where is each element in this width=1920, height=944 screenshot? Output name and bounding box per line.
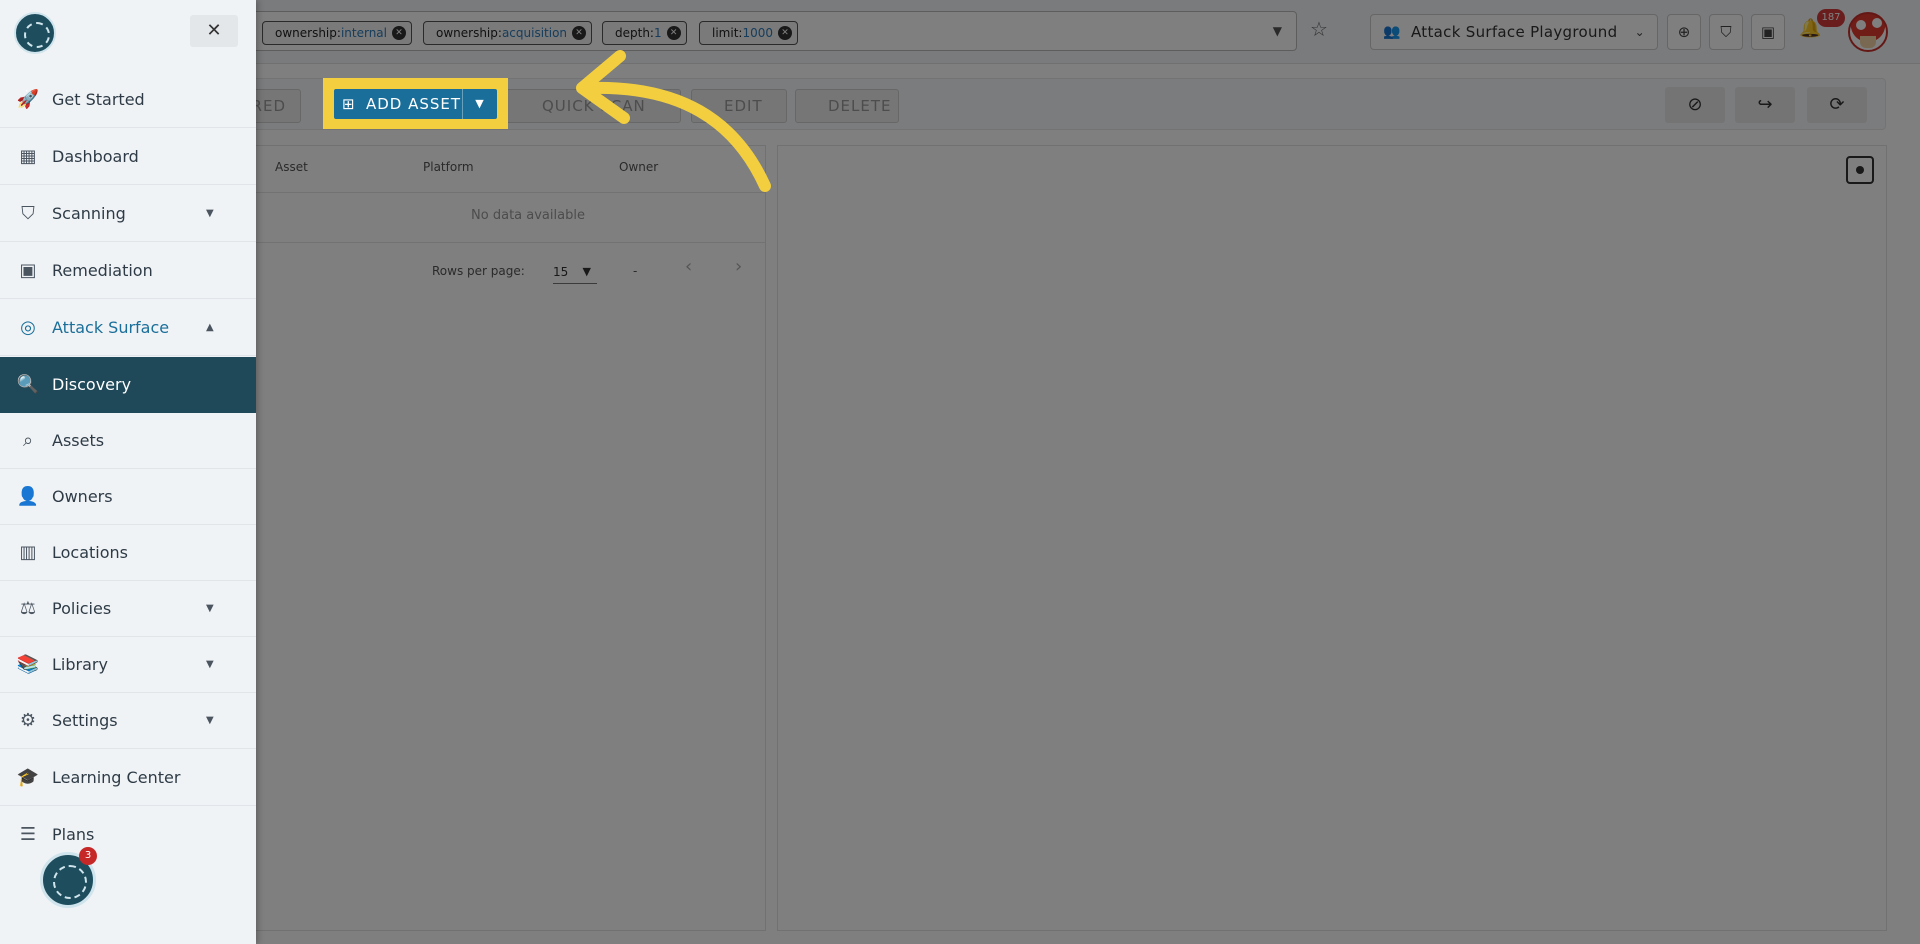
sidebar-item-label: Policies: [52, 599, 112, 618]
sidebar-item-label: Dashboard: [52, 147, 139, 166]
sidebar-item-label: Library: [52, 655, 108, 674]
building-icon: ▥: [19, 542, 37, 563]
sidebar-item-policies[interactable]: ⚖ Policies ▼: [0, 581, 256, 637]
add-asset-icon: ⊞: [342, 95, 355, 113]
dim-overlay: [0, 0, 1920, 944]
sidebar-item-locations[interactable]: ▥ Locations: [0, 525, 256, 581]
sidebar-item-learning-center[interactable]: 🎓 Learning Center: [0, 750, 256, 806]
add-asset-label: ADD ASSET: [366, 95, 462, 113]
sidebar-item-scanning[interactable]: ⛉ Scanning ▼: [0, 186, 256, 242]
shield-icon: ⛉: [21, 203, 35, 224]
dashboard-icon: ▦: [19, 146, 37, 167]
app-logo[interactable]: [14, 12, 56, 54]
sidebar-item-plans[interactable]: ☰ Plans: [0, 807, 256, 863]
list-icon: ☰: [19, 824, 37, 845]
user-gear-icon: 👤: [16, 486, 40, 507]
sidebar-drawer: ✕ 🚀 Get Started ▦ Dashboard ⛉ Scanning ▼…: [0, 0, 256, 944]
sidebar-item-label: Learning Center: [52, 768, 181, 787]
sidebar-item-attack-surface[interactable]: ◎ Attack Surface ▲: [0, 300, 256, 356]
sidebar-item-label: Discovery: [52, 375, 132, 394]
books-icon: 📚: [16, 654, 40, 675]
sidebar-item-settings[interactable]: ⚙ Settings ▼: [0, 693, 256, 749]
sidebar-item-get-started[interactable]: 🚀 Get Started: [0, 72, 256, 128]
search-globe-icon: 🔍: [16, 374, 40, 395]
sidebar-item-label: Locations: [52, 543, 129, 562]
sidebar-item-dashboard[interactable]: ▦ Dashboard: [0, 129, 256, 185]
sidebar-item-owners[interactable]: 👤 Owners: [0, 469, 256, 525]
sidebar-item-label: Remediation: [52, 261, 153, 280]
add-asset-button[interactable]: ⊞ ADD ASSET ▼: [334, 89, 497, 119]
caret-down-icon: ▼: [206, 715, 214, 726]
caret-down-icon: ▼: [206, 208, 214, 219]
caret-down-icon: ▼: [206, 603, 214, 614]
radar-icon: ◎: [20, 317, 36, 338]
sidebar-item-discovery[interactable]: 🔍 Discovery: [0, 357, 256, 413]
help-badge: 3: [79, 847, 97, 865]
sidebar-item-library[interactable]: 📚 Library ▼: [0, 637, 256, 693]
caret-up-icon: ▲: [206, 322, 214, 333]
sidebar-item-remediation[interactable]: ▣ Remediation: [0, 243, 256, 299]
sidebar-item-label: Get Started: [52, 90, 145, 109]
sidebar-item-assets[interactable]: ⌕ Assets: [0, 413, 256, 469]
graduation-cap-icon: 🎓: [16, 767, 40, 788]
gear-icon: ⚙: [19, 710, 37, 731]
ticket-icon: ▣: [19, 260, 37, 281]
pointer-arrow-icon: [576, 50, 771, 192]
caret-down-icon: ▼: [206, 659, 214, 670]
sidebar-item-label: Owners: [52, 487, 113, 506]
rocket-icon: 🚀: [16, 89, 40, 110]
close-icon[interactable]: ✕: [190, 15, 238, 47]
sidebar-item-label: Attack Surface: [52, 318, 170, 337]
sidebar-item-label: Assets: [52, 431, 105, 450]
asset-search-icon: ⌕: [22, 430, 34, 451]
sidebar-item-label: Scanning: [52, 204, 126, 223]
gavel-icon: ⚖: [19, 598, 37, 619]
caret-down-icon[interactable]: ▼: [462, 89, 497, 119]
sidebar-item-label: Settings: [52, 711, 118, 730]
